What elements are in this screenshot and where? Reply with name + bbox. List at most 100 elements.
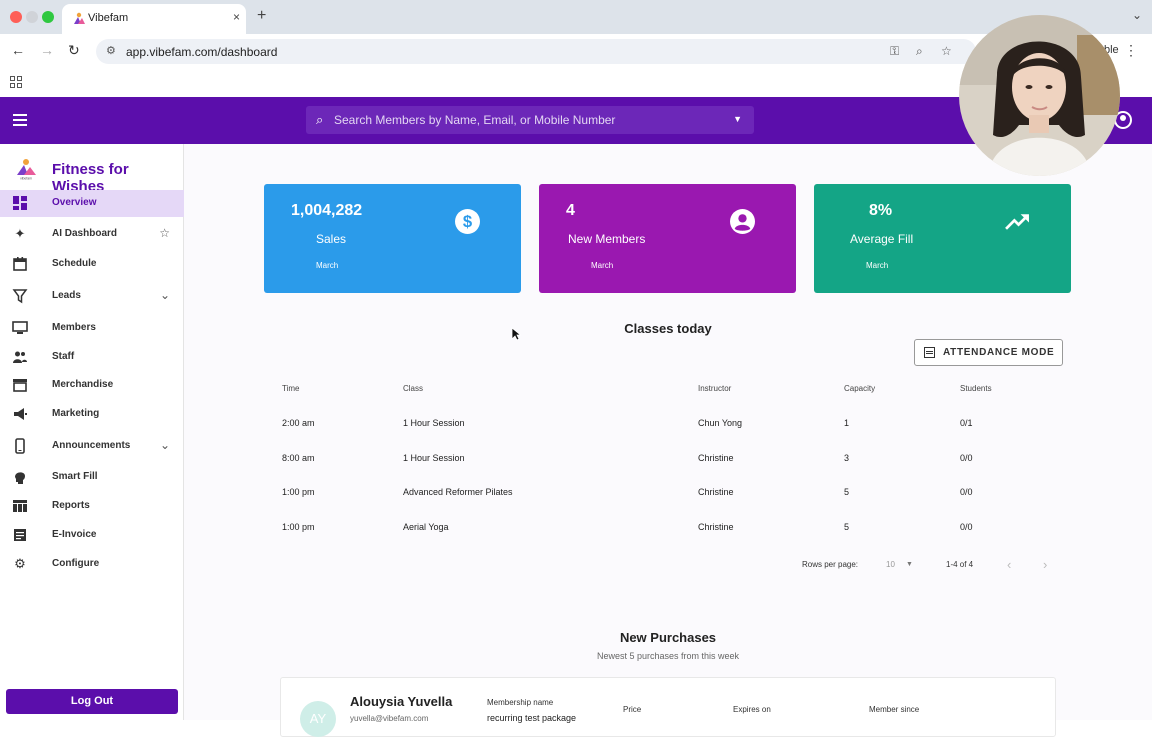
sidebar-item-staff[interactable]: Staff	[0, 344, 184, 371]
tab-title: Vibefam	[88, 12, 129, 24]
reload-icon[interactable]: ↻	[68, 42, 80, 59]
people-icon	[13, 351, 27, 363]
table-row[interactable]: 2:00 am 1 Hour Session Chun Yong 1 0/1	[280, 405, 1056, 439]
sidebar-item-label: Configure	[52, 558, 100, 569]
search-icon: ⌕	[316, 112, 324, 127]
sidebar-item-configure[interactable]: ⚙ Configure	[0, 551, 184, 578]
rows-per-page-select[interactable]: 10	[886, 560, 895, 569]
average-fill-card[interactable]: 8% Average Fill March	[814, 184, 1071, 293]
column-header-capacity[interactable]: Capacity	[844, 384, 875, 393]
minimize-window-button[interactable]	[26, 11, 38, 23]
chevron-down-icon[interactable]: ⌄	[160, 288, 170, 302]
browser-tab-strip: Vibefam × + ⌄	[0, 0, 1152, 34]
browser-menu-icon[interactable]: ⋮	[1124, 42, 1138, 59]
table-row[interactable]: 1:00 pm Aerial Yoga Christine 5 0/0	[280, 509, 1056, 543]
chevron-down-icon[interactable]: ⌄	[160, 438, 170, 452]
favorite-star-icon[interactable]: ☆	[159, 226, 170, 240]
sidebar-item-merchandise[interactable]: Merchandise	[0, 372, 184, 399]
sidebar-item-e-invoice[interactable]: E-Invoice	[0, 522, 184, 549]
purchase-card[interactable]: AY Alouysia Yuvella yuvella@vibefam.com …	[280, 677, 1056, 737]
site-settings-icon[interactable]: ⚙	[106, 44, 116, 57]
attendance-mode-label: ATTENDANCE MODE	[943, 347, 1055, 358]
previous-page-icon[interactable]: ‹	[1007, 557, 1011, 572]
bookmark-star-icon[interactable]: ☆	[941, 44, 952, 58]
sidebar-item-label: Marketing	[52, 408, 100, 419]
sales-card[interactable]: 1,004,282 Sales March $	[264, 184, 521, 293]
expires-on-header: Expires on	[733, 705, 771, 714]
column-header-time[interactable]: Time	[282, 384, 299, 393]
column-header-class[interactable]: Class	[403, 384, 423, 393]
logo-caption: vibefam	[20, 177, 32, 181]
sidebar-item-leads[interactable]: Leads ⌄	[0, 283, 184, 310]
ai-sparkle-icon: ✦	[14, 226, 26, 241]
sidebar-item-reports[interactable]: Reports	[0, 493, 184, 520]
browser-tab[interactable]: Vibefam ×	[62, 4, 246, 34]
buyer-email: yuvella@vibefam.com	[350, 714, 429, 723]
member-search-input[interactable]	[334, 106, 724, 134]
membership-name-value: recurring test package	[487, 713, 577, 723]
column-header-students[interactable]: Students	[960, 384, 992, 393]
forward-arrow-icon[interactable]: →	[40, 42, 54, 58]
back-arrow-icon[interactable]: ←	[11, 42, 25, 58]
sidebar-item-announcements[interactable]: Announcements ⌄	[0, 433, 184, 460]
member-search[interactable]: ⌕ ▼	[306, 106, 754, 134]
account-circle-icon	[730, 209, 755, 234]
tab-list-chevron-icon[interactable]: ⌄	[1132, 8, 1142, 22]
classes-today-title: Classes today	[624, 321, 712, 336]
zoom-icon[interactable]: ⌕	[916, 44, 923, 59]
logout-button[interactable]: Log Out	[6, 689, 178, 714]
sidebar-item-label: Leads	[52, 290, 81, 301]
class-instructor: Christine	[698, 487, 734, 497]
new-members-period: March	[591, 261, 614, 270]
sidebar-item-marketing[interactable]: Marketing	[0, 401, 184, 428]
search-dropdown-icon[interactable]: ▼	[733, 114, 742, 124]
rows-per-page-label: Rows per page:	[802, 560, 859, 569]
class-capacity: 1	[844, 418, 850, 428]
address-url[interactable]: app.vibefam.com/dashboard	[126, 45, 277, 59]
phone-icon	[15, 438, 25, 454]
class-time: 8:00 am	[282, 453, 315, 463]
apps-grid-icon[interactable]	[10, 76, 22, 88]
rows-per-page-dropdown-icon[interactable]: ▼	[906, 561, 913, 568]
maximize-window-button[interactable]	[42, 11, 54, 23]
class-time: 2:00 am	[282, 418, 315, 428]
list-icon	[924, 347, 935, 358]
sidebar-item-schedule[interactable]: Schedule	[0, 251, 184, 278]
vibefam-favicon-icon	[74, 12, 85, 24]
pagination-range: 1-4 of 4	[946, 560, 974, 569]
sidebar-item-members[interactable]: Members	[0, 315, 184, 342]
sidebar-item-label: E-Invoice	[52, 529, 97, 540]
menu-hamburger-icon[interactable]	[13, 114, 27, 126]
table-row[interactable]: 8:00 am 1 Hour Session Christine 3 0/0	[280, 440, 1056, 474]
class-instructor: Christine	[698, 453, 734, 463]
address-bar[interactable]: ⚙ app.vibefam.com/dashboard ⚿ ⌕ ☆	[96, 39, 976, 64]
class-instructor: Chun Yong	[698, 418, 743, 428]
member-since-header: Member since	[869, 705, 920, 714]
class-time: 1:00 pm	[282, 522, 315, 532]
calendar-icon	[13, 257, 27, 271]
trending-up-icon	[1005, 214, 1029, 230]
class-capacity: 3	[844, 453, 850, 463]
new-members-card[interactable]: 4 New Members March	[539, 184, 796, 293]
presenter-webcam-overlay	[959, 15, 1120, 176]
password-key-icon[interactable]: ⚿	[890, 44, 899, 59]
new-tab-button[interactable]: +	[257, 7, 266, 25]
avatar: AY	[300, 701, 336, 737]
column-header-instructor[interactable]: Instructor	[698, 384, 731, 393]
sidebar-item-label: Smart Fill	[52, 471, 98, 482]
receipt-icon	[14, 529, 26, 541]
membership-name-header: Membership name	[487, 698, 554, 707]
psychology-icon	[15, 472, 25, 484]
attendance-mode-button[interactable]: ATTENDANCE MODE	[914, 339, 1063, 366]
class-students: 0/1	[960, 418, 973, 428]
sidebar: vibefam Fitness for Wishes Overview ✦ AI…	[0, 144, 184, 720]
tab-close-icon[interactable]: ×	[233, 10, 240, 24]
sidebar-item-smart-fill[interactable]: Smart Fill	[0, 464, 184, 491]
close-window-button[interactable]	[10, 11, 22, 23]
svg-text:$: $	[463, 212, 473, 231]
table-row[interactable]: 1:00 pm Advanced Reformer Pilates Christ…	[280, 474, 1056, 508]
next-page-icon[interactable]: ›	[1043, 557, 1047, 572]
sidebar-item-ai-dashboard[interactable]: ✦ AI Dashboard ☆	[0, 221, 184, 248]
sidebar-item-overview[interactable]: Overview	[0, 190, 184, 217]
sidebar-item-label: Staff	[52, 351, 75, 362]
